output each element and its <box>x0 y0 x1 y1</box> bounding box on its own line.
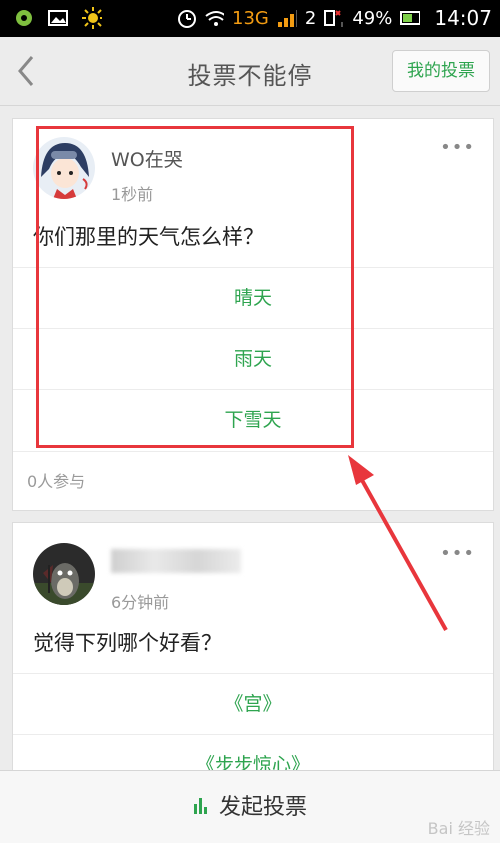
sim2-badge: 2 <box>304 7 317 29</box>
start-vote-label: 发起投票 <box>218 795 307 820</box>
app-notification-icon <box>14 8 34 28</box>
signal-icon <box>277 8 297 28</box>
highlight-box <box>36 126 354 448</box>
start-vote-button[interactable]: 发起投票 <box>0 771 500 839</box>
alarm-icon <box>176 8 197 28</box>
my-votes-button[interactable]: 我的投票 <box>392 50 490 92</box>
baidu-watermark: Bai 经验 <box>427 819 490 838</box>
bottom-bar: 发起投票 Bai 经验 <box>0 770 500 843</box>
sim1-badge: 13G <box>232 7 269 29</box>
brightness-icon <box>82 7 102 29</box>
vote-question: 觉得下列哪个好看？ <box>33 631 222 655</box>
bar-chart-icon <box>193 798 207 814</box>
vote-option[interactable]: 《宫》 <box>13 673 493 735</box>
sim2-no-signal-icon <box>324 8 344 28</box>
gallery-icon <box>48 8 68 28</box>
avatar[interactable] <box>33 543 95 605</box>
post-time: 6分钟前 <box>111 593 170 612</box>
username-blurred <box>111 549 241 573</box>
battery-icon <box>400 8 421 28</box>
status-bar: 13G 2 49% 14:07 <box>0 0 500 37</box>
battery-percent: 49% <box>352 7 393 29</box>
wifi-icon <box>204 8 225 28</box>
network-type: 3G <box>243 7 269 29</box>
app-header: 投票不能停 我的投票 <box>0 37 500 106</box>
more-options-icon[interactable]: ••• <box>440 137 475 158</box>
clock: 14:07 <box>434 6 492 30</box>
annotation-arrow-icon <box>348 455 448 631</box>
